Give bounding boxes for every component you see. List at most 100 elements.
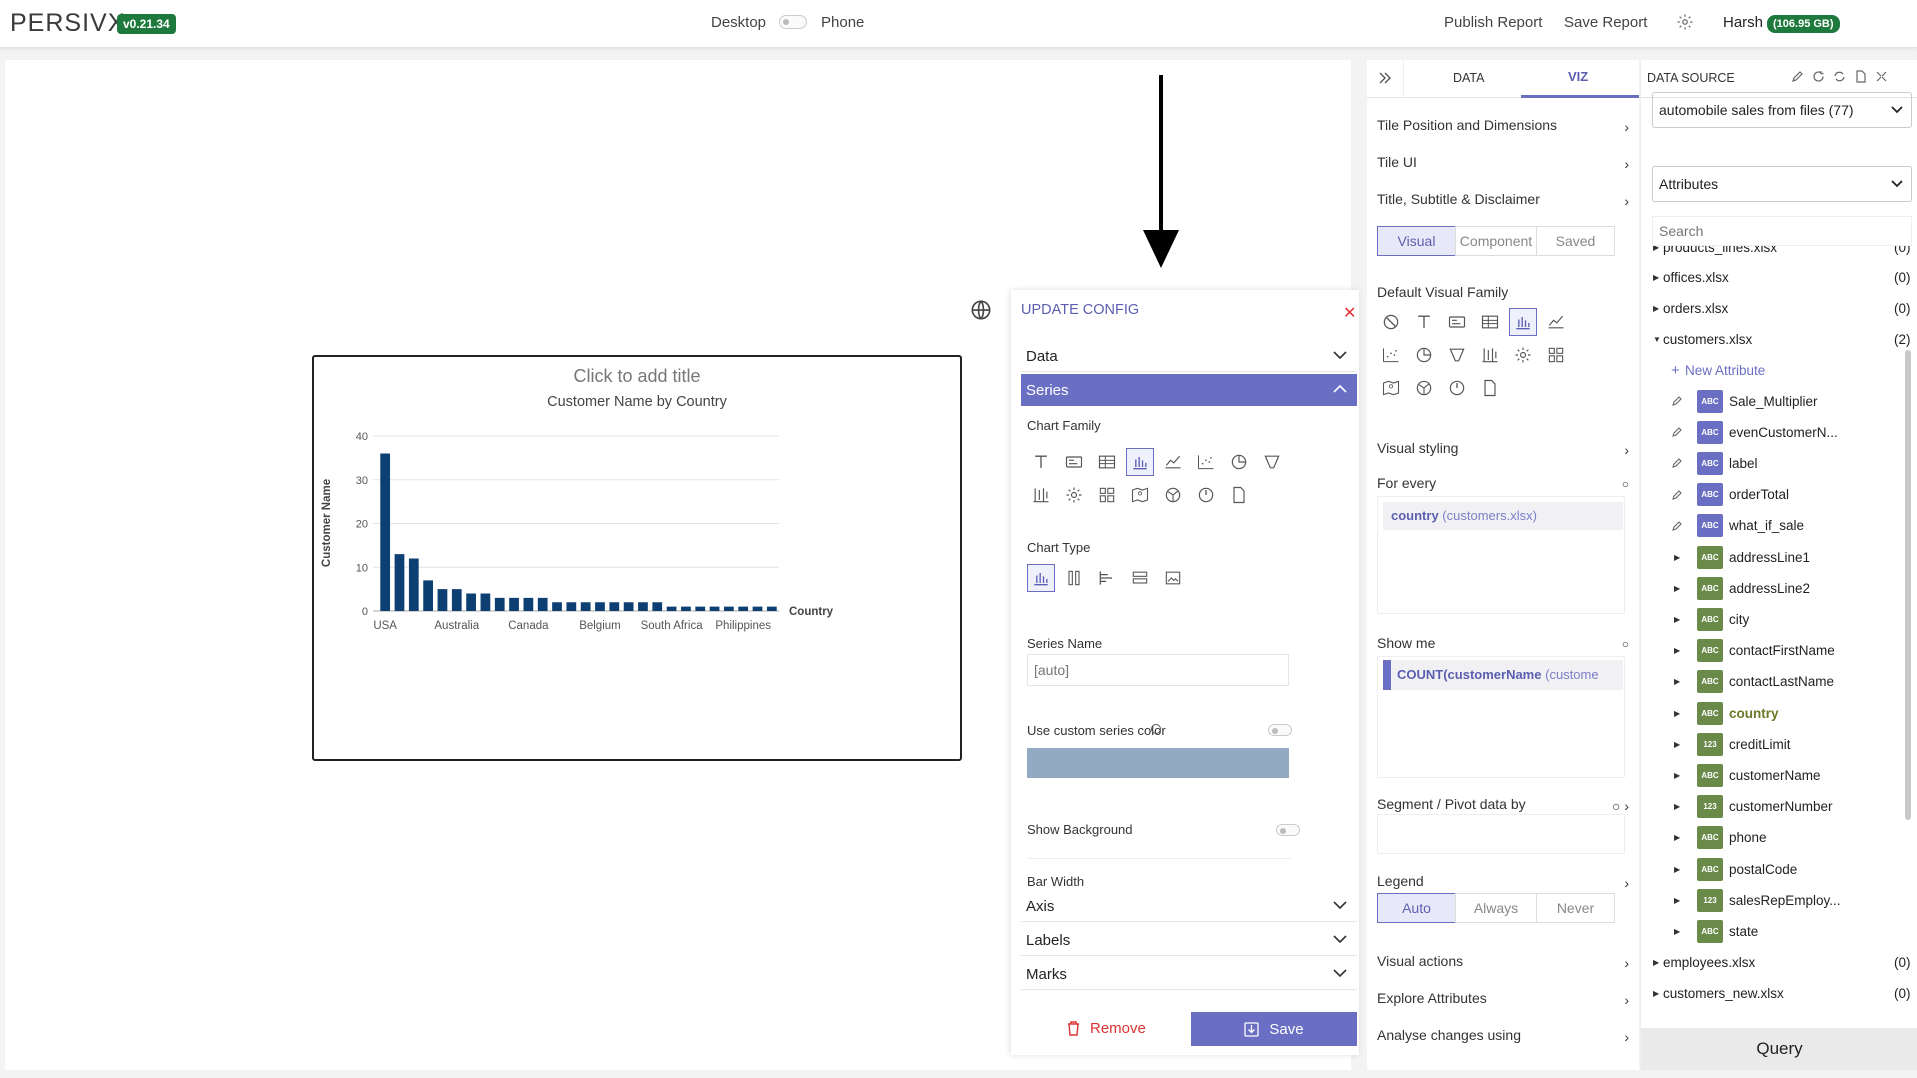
globe-icon[interactable] — [968, 297, 994, 323]
file-row[interactable]: ▼ customers.xlsx (2) — [1641, 326, 1917, 352]
gauge-chart-icon[interactable] — [1192, 481, 1220, 509]
caret-right-icon[interactable]: ▶ — [1674, 802, 1680, 811]
legend-never[interactable]: Never — [1536, 893, 1615, 923]
table-chart-icon[interactable] — [1476, 308, 1504, 336]
table-chart-icon[interactable] — [1093, 448, 1121, 476]
chart-tile[interactable]: Click to add title Customer Name by Coun… — [312, 355, 962, 761]
pencil-icon[interactable] — [1672, 426, 1683, 438]
query-button[interactable]: Query — [1641, 1028, 1917, 1070]
caret-right-icon[interactable]: ▶ — [1674, 927, 1680, 936]
desktop-view-button[interactable]: Desktop — [711, 14, 766, 31]
caret-right-icon[interactable]: ▶ — [1674, 833, 1680, 842]
collapse-icon[interactable] — [1875, 70, 1888, 83]
segment-pivot-row[interactable]: Segment / Pivot data by ○ › — [1377, 796, 1629, 814]
attribute-item[interactable]: ▶ ABC customerName — [1641, 762, 1917, 788]
funnel-chart-icon[interactable] — [1443, 341, 1471, 369]
text-chart-icon[interactable] — [1410, 308, 1438, 336]
scatter-chart-icon[interactable] — [1377, 341, 1405, 369]
caret-right-icon[interactable]: ▶ — [1674, 677, 1680, 686]
line-chart-icon[interactable] — [1542, 308, 1570, 336]
analyse-row[interactable]: Analyse changes using › — [1377, 1027, 1629, 1045]
attribute-item[interactable]: ABC Sale_Multiplier — [1641, 388, 1917, 414]
bar-chart-icon[interactable] — [1509, 308, 1537, 336]
series-name-input[interactable] — [1027, 654, 1289, 686]
file-icon[interactable] — [1854, 70, 1867, 83]
caret-right-icon[interactable]: ▶ — [1674, 553, 1680, 562]
caret-right-icon[interactable]: ▶ — [1653, 273, 1659, 282]
tile-ui-row[interactable]: Tile UI › — [1377, 154, 1629, 172]
attribute-item[interactable]: ▶ ABC contactFirstName — [1641, 638, 1917, 664]
card-chart-icon[interactable] — [1060, 448, 1088, 476]
gear-icon[interactable] — [1676, 13, 1694, 31]
legend-auto[interactable]: Auto — [1377, 893, 1456, 923]
series-color-swatch[interactable] — [1027, 748, 1289, 778]
attribute-item[interactable]: ▶ ABC postalCode — [1641, 856, 1917, 882]
stack-chart-icon[interactable] — [1126, 564, 1154, 592]
grid-chart-icon[interactable] — [1542, 341, 1570, 369]
image-chart-icon[interactable] — [1159, 564, 1187, 592]
file-row[interactable]: ▶ offices.xlsx (0) — [1641, 264, 1917, 290]
save-button[interactable]: Save — [1191, 1012, 1357, 1046]
show-background-toggle[interactable] — [1276, 824, 1300, 836]
caret-right-icon[interactable]: ▶ — [1653, 246, 1659, 252]
bar-chart[interactable]: 0 10 20 30 40 USA Australia Canada Belgium South … — [314, 357, 960, 759]
segment-dropzone[interactable] — [1377, 814, 1625, 854]
doc-chart-icon[interactable] — [1225, 481, 1253, 509]
title-subtitle-row[interactable]: Title, Subtitle & Disclaimer › — [1377, 191, 1629, 209]
map-chart-icon[interactable] — [1377, 374, 1405, 402]
attribute-item[interactable]: ABC label — [1641, 450, 1917, 476]
pencil-icon[interactable] — [1672, 395, 1683, 406]
doc-chart-icon[interactable] — [1476, 374, 1504, 402]
caret-right-icon[interactable]: ▶ — [1674, 896, 1680, 905]
tab-data-source[interactable]: DATA SOURCE — [1647, 71, 1735, 85]
funnel-chart-icon[interactable] — [1258, 448, 1286, 476]
edit-icon[interactable] — [1791, 70, 1804, 83]
publish-report-button[interactable]: Publish Report — [1444, 14, 1542, 31]
file-row[interactable]: ▶ customers_new.xlsx (0) — [1641, 981, 1917, 1007]
show-me-pill[interactable]: COUNT(customerName (custome — [1383, 660, 1623, 690]
tile-position-row[interactable]: Tile Position and Dimensions › — [1377, 117, 1629, 135]
ban-chart-icon[interactable] — [1377, 308, 1405, 336]
attribute-item[interactable]: ▶ ABC state — [1641, 918, 1917, 944]
legend-always[interactable]: Always — [1455, 893, 1537, 923]
pencil-icon[interactable] — [1672, 520, 1683, 531]
network-chart-icon[interactable] — [1410, 374, 1438, 402]
attribute-item[interactable]: ABC orderTotal — [1641, 482, 1917, 508]
new-attribute-button[interactable]: + New Attribute — [1641, 357, 1917, 383]
attribute-item[interactable]: ▶ 123 creditLimit — [1641, 731, 1917, 757]
pencil-icon[interactable] — [1672, 457, 1683, 469]
attribute-item[interactable]: ▶ ABC phone — [1641, 825, 1917, 851]
seg-component[interactable]: Component — [1455, 226, 1537, 256]
attribute-item[interactable]: ▶ ABC addressLine2 — [1641, 575, 1917, 601]
box-chart-icon[interactable] — [1027, 481, 1055, 509]
grid-chart-icon[interactable] — [1093, 481, 1121, 509]
attribute-item[interactable]: ▶ ABC addressLine1 — [1641, 544, 1917, 570]
col-chart-icon[interactable] — [1060, 564, 1088, 592]
box-chart-icon[interactable] — [1476, 341, 1504, 369]
section-marks[interactable]: Marks — [1021, 958, 1357, 990]
pencil-icon[interactable] — [1672, 489, 1683, 500]
gauge-chart-icon[interactable] — [1443, 374, 1471, 402]
section-series[interactable]: Series — [1021, 374, 1357, 406]
close-icon[interactable]: ✕ — [1343, 303, 1356, 323]
save-report-button[interactable]: Save Report — [1564, 14, 1647, 31]
phone-view-button[interactable]: Phone — [821, 14, 864, 31]
bar-chart-icon[interactable] — [1027, 564, 1055, 592]
view-toggle[interactable] — [779, 15, 807, 29]
attribute-item[interactable]: ABC evenCustomerN... — [1641, 419, 1917, 445]
attributes-select[interactable]: Attributes — [1652, 166, 1912, 202]
visual-styling-row[interactable]: Visual styling › — [1377, 440, 1629, 458]
network-chart-icon[interactable] — [1159, 481, 1187, 509]
for-every-pill[interactable]: country (customers.xlsx) — [1383, 502, 1623, 530]
attribute-search-input[interactable] — [1652, 216, 1912, 246]
gear-chart-icon[interactable] — [1060, 481, 1088, 509]
custom-color-toggle[interactable] — [1268, 724, 1292, 736]
caret-right-icon[interactable]: ▶ — [1674, 865, 1680, 874]
section-data[interactable]: Data — [1021, 340, 1357, 372]
file-row[interactable]: ▶ products_lines.xlsx (0) — [1641, 246, 1917, 260]
attribute-item[interactable]: ▶ ABC city — [1641, 606, 1917, 632]
seg-visual[interactable]: Visual — [1377, 226, 1456, 256]
card-chart-icon[interactable] — [1443, 308, 1471, 336]
gear-chart-icon[interactable] — [1509, 341, 1537, 369]
tab-viz[interactable]: VIZ — [1568, 69, 1588, 84]
